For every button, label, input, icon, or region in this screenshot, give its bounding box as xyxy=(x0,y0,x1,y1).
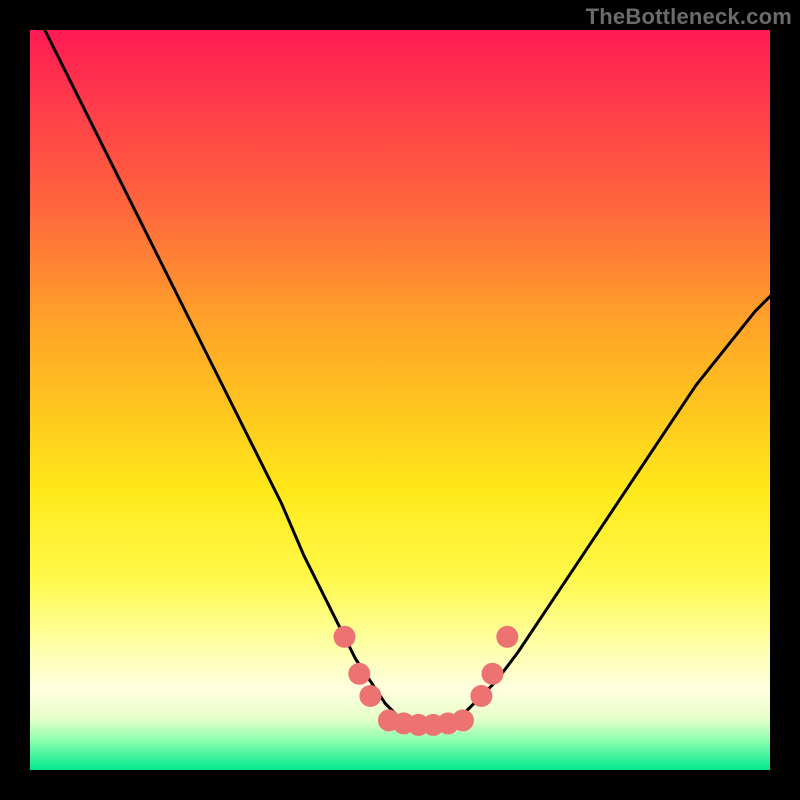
plot-area xyxy=(30,30,770,770)
watermark-text: TheBottleneck.com xyxy=(586,4,792,30)
marker-point xyxy=(496,626,518,648)
highlighted-points xyxy=(334,626,519,736)
marker-point xyxy=(482,663,504,685)
chart-svg xyxy=(30,30,770,770)
bottleneck-curve xyxy=(45,30,770,726)
marker-point xyxy=(359,685,381,707)
marker-point xyxy=(470,685,492,707)
marker-point xyxy=(348,663,370,685)
chart-frame: TheBottleneck.com xyxy=(0,0,800,800)
marker-point xyxy=(452,709,474,731)
marker-point xyxy=(334,626,356,648)
